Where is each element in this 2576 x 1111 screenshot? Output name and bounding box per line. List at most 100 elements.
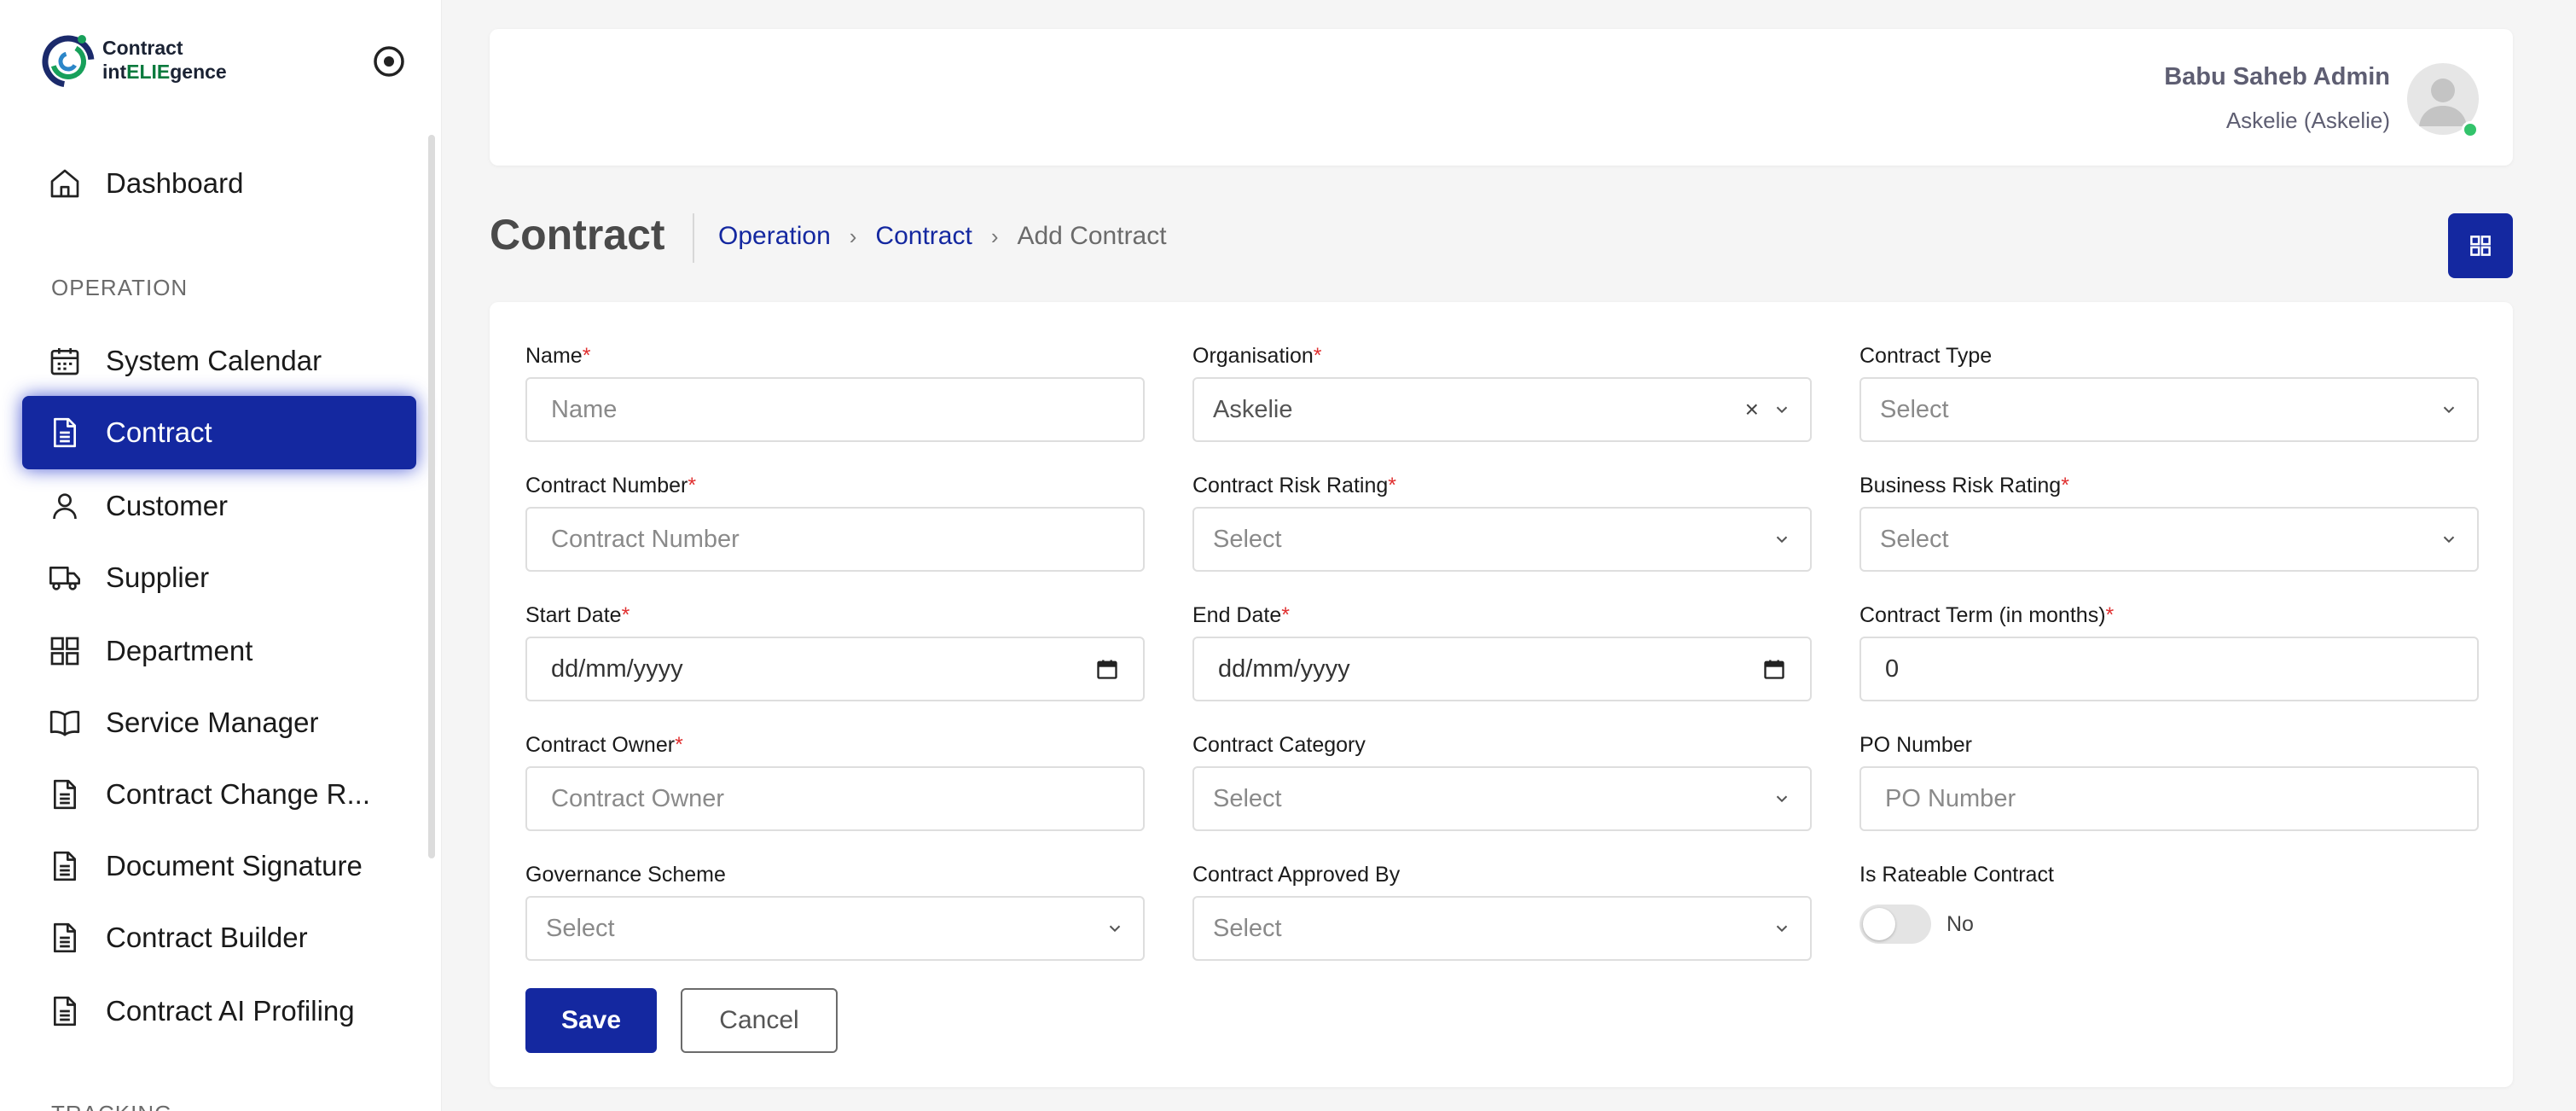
start-date-input[interactable]: dd/mm/yyyy xyxy=(525,637,1145,701)
governance-scheme-value: Select xyxy=(546,914,615,942)
contract-approved-by-value: Select xyxy=(1213,914,1282,942)
sidebar-item-label: System Calendar xyxy=(106,345,322,376)
grid-icon xyxy=(46,632,84,670)
document-icon xyxy=(46,414,84,451)
contract-category-select[interactable]: Select xyxy=(1192,766,1812,831)
contract-category-label: Contract Category xyxy=(1192,733,1366,757)
is-rateable-toggle-group: No xyxy=(1859,905,1974,944)
calendar-icon[interactable] xyxy=(1762,657,1786,681)
document-icon xyxy=(46,776,84,813)
is-rateable-field-group: Is Rateable Contract No xyxy=(1859,862,2479,944)
governance-scheme-select[interactable]: Select xyxy=(525,896,1145,961)
contract-number-input[interactable]: Contract Number xyxy=(525,507,1145,572)
business-risk-rating-select[interactable]: Select xyxy=(1859,507,2479,572)
breadcrumb: Operation › Contract › Add Contract xyxy=(718,222,1167,251)
brand-line2: intELIEgence xyxy=(102,61,227,83)
po-number-field-group: PO Number PO Number xyxy=(1859,732,2479,831)
contract-risk-rating-value: Select xyxy=(1213,525,1282,553)
chevron-down-icon xyxy=(1776,925,1788,933)
contract-approved-by-select[interactable]: Select xyxy=(1192,896,1812,961)
document-icon xyxy=(46,992,84,1030)
sidebar-toggle-icon[interactable] xyxy=(372,44,406,79)
breadcrumb-operation[interactable]: Operation xyxy=(718,222,831,251)
organisation-field-group: Organisation* Askelie × xyxy=(1192,343,1812,442)
contract-owner-label: Contract Owner* xyxy=(525,733,683,757)
clear-icon[interactable]: × xyxy=(1745,396,1759,423)
sidebar-item-label: Dashboard xyxy=(106,167,244,199)
contract-risk-rating-select[interactable]: Select xyxy=(1192,507,1812,572)
po-number-label: PO Number xyxy=(1859,733,1972,757)
user-name: Babu Saheb Admin xyxy=(2164,63,2390,90)
sidebar-item-supplier[interactable]: Supplier xyxy=(22,541,416,614)
contract-risk-rating-field-group: Contract Risk Rating* Select xyxy=(1192,473,1812,572)
section-label-operation: OPERATION xyxy=(51,275,189,300)
organisation-label: Organisation* xyxy=(1192,344,1322,368)
sidebar-scrollbar[interactable] xyxy=(428,135,435,858)
calendar-icon[interactable] xyxy=(1095,657,1119,681)
brand-name: Contract intELIEgence xyxy=(102,36,227,84)
sidebar-item-label: Contract xyxy=(106,416,212,448)
book-icon xyxy=(46,704,84,742)
end-date-field-group: End Date* dd/mm/yyyy xyxy=(1192,602,1812,701)
is-rateable-toggle[interactable] xyxy=(1859,905,1931,944)
document-icon xyxy=(46,919,84,957)
chevron-down-icon xyxy=(2443,536,2455,544)
contract-number-field-group: Contract Number* Contract Number xyxy=(525,473,1145,572)
sidebar-item-contract[interactable]: Contract xyxy=(22,396,416,469)
sidebar-item-label: Customer xyxy=(106,490,229,521)
sidebar-item-label: Document Signature xyxy=(106,850,363,881)
sidebar: Contract intELIEgence Dashboard OPERATIO… xyxy=(0,0,442,1111)
end-date-label: End Date* xyxy=(1192,603,1290,627)
cancel-button[interactable]: Cancel xyxy=(681,988,838,1053)
sidebar-item-customer[interactable]: Customer xyxy=(22,469,416,543)
sidebar-item-contract-change-request[interactable]: Contract Change R... xyxy=(22,758,416,831)
grid-icon xyxy=(2470,236,2491,256)
contract-owner-input[interactable]: Contract Owner xyxy=(525,766,1145,831)
contract-risk-rating-label: Contract Risk Rating* xyxy=(1192,474,1396,497)
grid-view-button[interactable] xyxy=(2448,213,2513,278)
contract-owner-field-group: Contract Owner* Contract Owner xyxy=(525,732,1145,831)
sidebar-item-document-signature[interactable]: Document Signature xyxy=(22,829,416,903)
sidebar-item-department[interactable]: Department xyxy=(22,614,416,688)
document-icon xyxy=(46,847,84,885)
name-input[interactable]: Name xyxy=(525,377,1145,442)
chevron-down-icon xyxy=(2443,406,2455,414)
sidebar-item-label: Contract AI Profiling xyxy=(106,995,355,1027)
brand-line1: Contract xyxy=(102,37,183,59)
is-rateable-state: No xyxy=(1947,911,1974,936)
end-date-input[interactable]: dd/mm/yyyy xyxy=(1192,637,1812,701)
organisation-select[interactable]: Askelie × xyxy=(1192,377,1812,442)
governance-scheme-label: Governance Scheme xyxy=(525,863,726,887)
governance-scheme-field-group: Governance Scheme Select xyxy=(525,862,1145,961)
page-title: Contract xyxy=(490,211,665,259)
save-button[interactable]: Save xyxy=(525,988,657,1053)
contract-category-field-group: Contract Category Select xyxy=(1192,732,1812,831)
sidebar-item-contract-ai-profiling[interactable]: Contract AI Profiling xyxy=(22,974,416,1048)
contract-type-field-group: Contract Type Select xyxy=(1859,343,2479,442)
brand-logo[interactable]: Contract intELIEgence xyxy=(38,27,242,92)
truck-icon xyxy=(46,559,84,596)
toggle-knob xyxy=(1863,908,1895,940)
title-divider xyxy=(693,213,694,263)
business-risk-rating-label: Business Risk Rating* xyxy=(1859,474,2069,497)
sidebar-item-label: Service Manager xyxy=(106,707,319,738)
contract-type-select[interactable]: Select xyxy=(1859,377,2479,442)
home-icon xyxy=(46,165,84,202)
start-date-value: dd/mm/yyyy xyxy=(551,654,683,683)
calendar-icon xyxy=(46,342,84,380)
contract-intelligence-logo-icon xyxy=(42,35,95,88)
contract-term-input[interactable]: 0 xyxy=(1859,637,2479,701)
sidebar-item-dashboard[interactable]: Dashboard xyxy=(22,147,416,220)
sidebar-item-contract-builder[interactable]: Contract Builder xyxy=(22,901,416,974)
po-number-input[interactable]: PO Number xyxy=(1859,766,2479,831)
user-icon xyxy=(46,487,84,525)
contract-number-label: Contract Number* xyxy=(525,474,697,497)
breadcrumb-contract[interactable]: Contract xyxy=(875,222,972,251)
breadcrumb-add-contract: Add Contract xyxy=(1017,222,1167,250)
name-label: Name* xyxy=(525,344,591,368)
user-organisation: Askelie (Askelie) xyxy=(2225,108,2390,133)
sidebar-item-service-manager[interactable]: Service Manager xyxy=(22,686,416,759)
sidebar-item-label: Supplier xyxy=(106,561,210,593)
contract-type-label: Contract Type xyxy=(1859,344,1993,368)
sidebar-item-system-calendar[interactable]: System Calendar xyxy=(22,324,416,398)
